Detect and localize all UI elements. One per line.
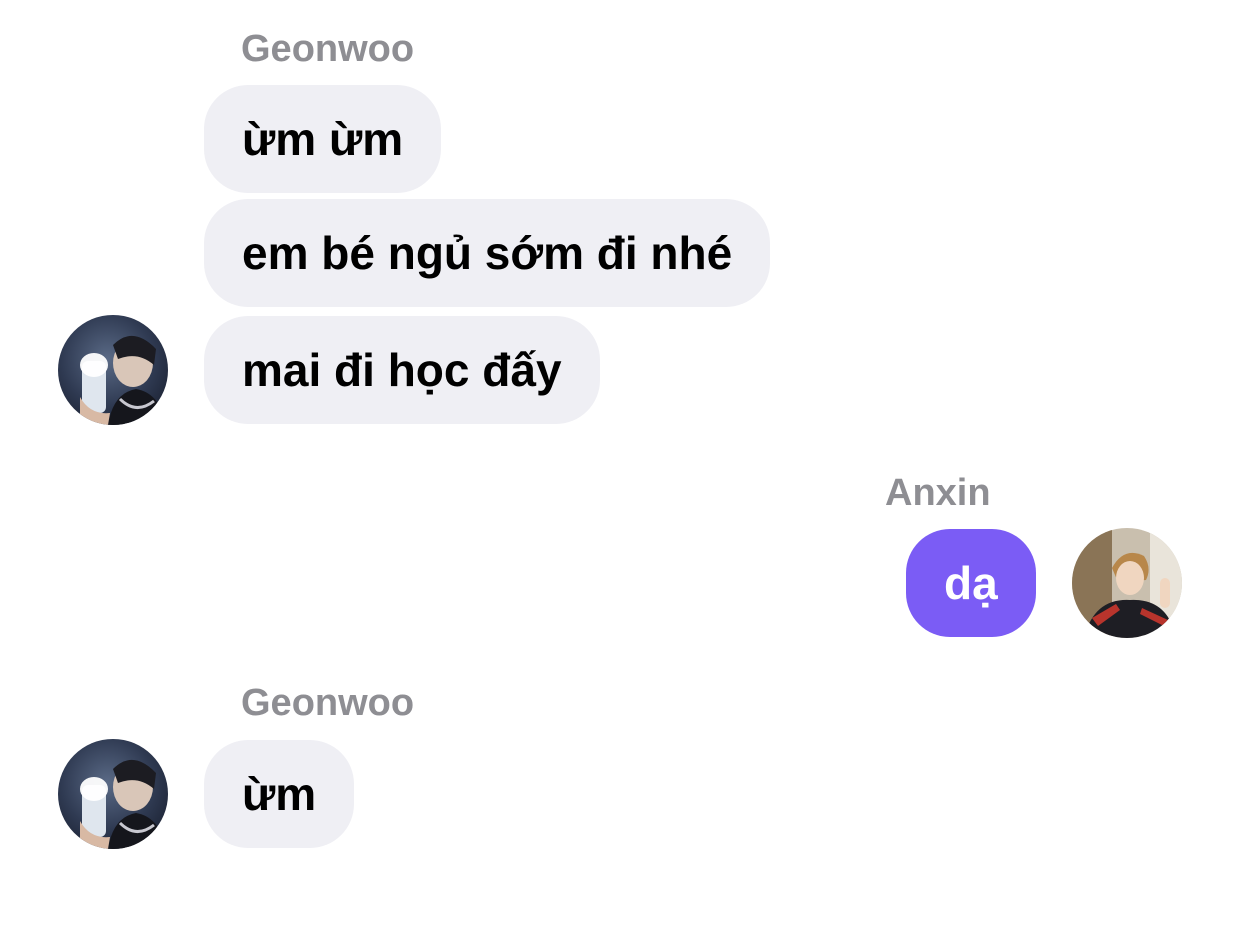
sender-name-geonwoo: Geonwoo bbox=[241, 682, 415, 724]
message-bubble-outgoing[interactable]: dạ bbox=[906, 529, 1036, 637]
sender-name-geonwoo: Geonwoo bbox=[241, 28, 415, 70]
message-bubble-incoming[interactable]: em bé ngủ sớm đi nhé bbox=[204, 199, 771, 307]
geonwoo-avatar[interactable] bbox=[58, 739, 168, 849]
avatar-photo-icon bbox=[1072, 528, 1182, 638]
message-bubble-incoming[interactable]: mai đi học đấy bbox=[204, 316, 600, 424]
avatar-photo-icon bbox=[58, 739, 168, 849]
sender-name-anxin: Anxin bbox=[885, 472, 991, 514]
message-bubble-incoming[interactable]: ừm ừm bbox=[204, 85, 442, 193]
geonwoo-avatar[interactable] bbox=[58, 315, 168, 425]
avatar-photo-icon bbox=[58, 315, 168, 425]
message-bubble-incoming[interactable]: ừm bbox=[204, 740, 355, 848]
anxin-avatar[interactable] bbox=[1072, 528, 1182, 638]
